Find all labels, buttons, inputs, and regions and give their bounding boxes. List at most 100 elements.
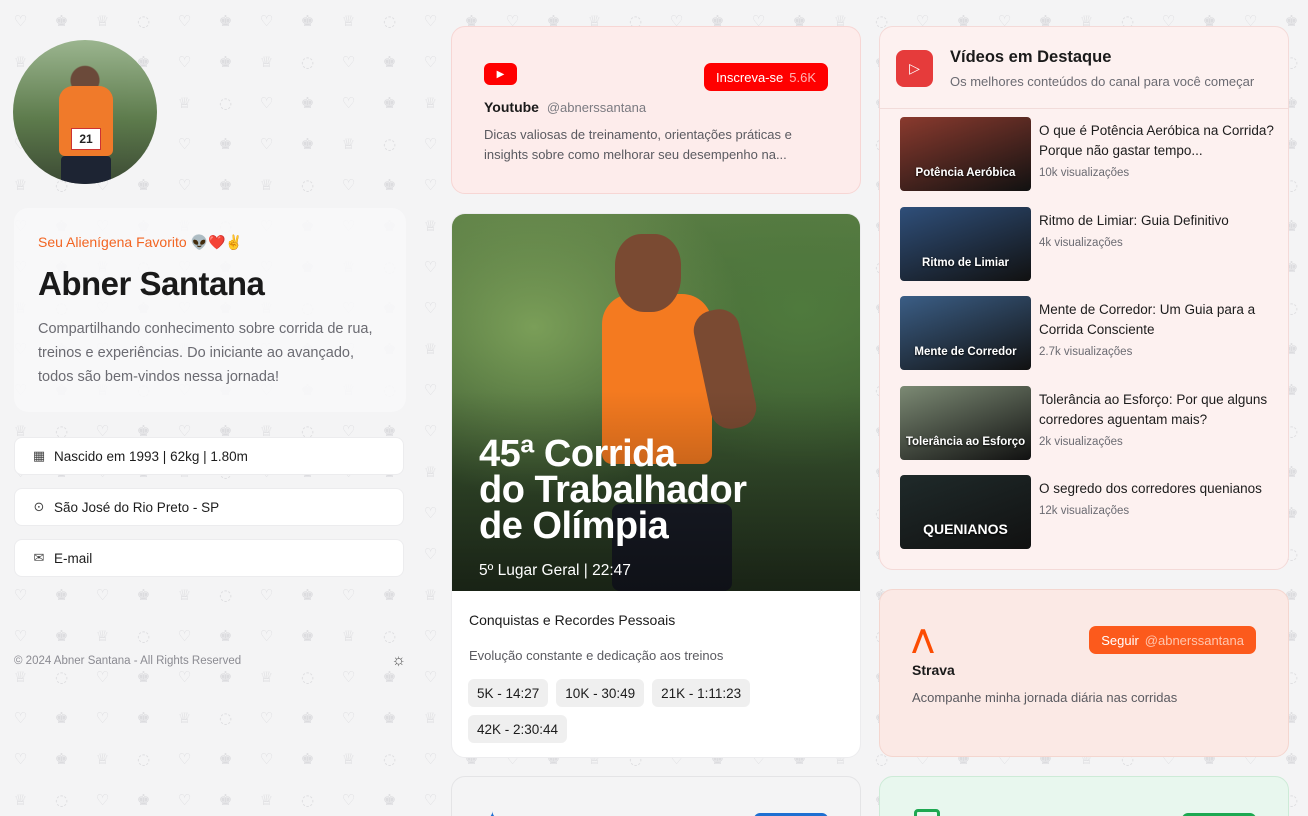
pattern-glyph: ♡ bbox=[95, 585, 110, 604]
pattern-glyph: ♡ bbox=[341, 790, 356, 809]
pattern-glyph: ♡ bbox=[259, 749, 274, 768]
video-views: 2.7k visualizações bbox=[1039, 346, 1133, 358]
video-views: 4k visualizações bbox=[1039, 237, 1123, 249]
pattern-glyph: ♡ bbox=[95, 708, 110, 727]
pattern-glyph: ♡ bbox=[423, 749, 438, 768]
pattern-glyph: ♚ bbox=[382, 708, 397, 727]
pattern-glyph: ♚ bbox=[300, 11, 315, 30]
video-views: 12k visualizações bbox=[1039, 505, 1130, 517]
pattern-glyph: ♡ bbox=[177, 790, 192, 809]
partially-visible-card[interactable]: ✦ bbox=[451, 776, 861, 816]
youtube-handle: @abnerssantana bbox=[546, 100, 647, 115]
pattern-glyph: ♚ bbox=[54, 11, 69, 30]
records-list: 5K - 14:27 10K - 30:49 21K - 1:11:23 42K… bbox=[468, 679, 848, 743]
pattern-glyph: ♕ bbox=[341, 749, 356, 768]
email-link[interactable]: ✉ E-mail bbox=[14, 539, 404, 577]
profile-card: Seu Alienígena Favorito 👽❤️✌️ Abner Sant… bbox=[14, 208, 406, 412]
square-icon bbox=[914, 809, 940, 816]
achievements-title: Conquistas e Recordes Pessoais bbox=[469, 612, 676, 628]
pattern-glyph: ♕ bbox=[259, 52, 274, 71]
race-card: 45ª Corrida do Trabalhador de Olímpia 5º… bbox=[451, 213, 861, 758]
video-item[interactable]: Mente de Corredor Mente de Corredor: Um … bbox=[900, 296, 1280, 370]
pattern-glyph: ♡ bbox=[341, 175, 356, 194]
video-title: Ritmo de Limiar: Guia Definitivo bbox=[1039, 213, 1229, 228]
pattern-glyph: ♡ bbox=[259, 134, 274, 153]
pattern-glyph: ♚ bbox=[300, 626, 315, 645]
pattern-glyph: ♚ bbox=[54, 626, 69, 645]
pattern-glyph: ♡ bbox=[259, 626, 274, 645]
subscribe-label: Inscreva-se bbox=[716, 69, 784, 85]
follow-button[interactable]: Seguir @abnerssantana bbox=[1089, 626, 1256, 654]
video-item[interactable]: Ritmo de Limiar Ritmo de Limiar: Guia De… bbox=[900, 207, 1280, 281]
pattern-glyph: ♚ bbox=[218, 11, 233, 30]
pattern-glyph: ◌ bbox=[382, 134, 397, 153]
pattern-glyph: ♕ bbox=[177, 93, 192, 112]
race-headline-line: de Olímpia bbox=[479, 505, 669, 547]
pattern-glyph: ◌ bbox=[218, 708, 233, 727]
pattern-glyph: ♡ bbox=[423, 134, 438, 153]
pattern-glyph: ♡ bbox=[177, 134, 192, 153]
pattern-glyph: ♕ bbox=[177, 585, 192, 604]
info-birth-text: Nascido em 1993 | 62kg | 1.80m bbox=[54, 448, 248, 464]
pattern-glyph: ♚ bbox=[218, 52, 233, 71]
pattern-glyph: ♕ bbox=[13, 175, 28, 194]
pattern-glyph: ♚ bbox=[136, 175, 151, 194]
pattern-glyph: ♡ bbox=[423, 11, 438, 30]
pattern-glyph: ♡ bbox=[13, 626, 28, 645]
pattern-glyph: ♚ bbox=[300, 93, 315, 112]
pattern-glyph: ♚ bbox=[382, 790, 397, 809]
mail-icon: ✉ bbox=[33, 550, 45, 565]
featured-videos-card: ▷ Vídeos em Destaque Os melhores conteúd… bbox=[879, 26, 1289, 570]
video-item[interactable]: QUENIANOS O segredo dos corredores queni… bbox=[900, 475, 1280, 549]
thumbnail-text: Ritmo de Limiar bbox=[922, 257, 1009, 269]
copyright: © 2024 Abner Santana - All Rights Reserv… bbox=[14, 655, 242, 667]
pattern-glyph: ♡ bbox=[259, 11, 274, 30]
record-chip: 21K - 1:11:23 bbox=[652, 679, 751, 707]
pattern-glyph: ♚ bbox=[300, 749, 315, 768]
email-link-text: E-mail bbox=[54, 550, 93, 566]
youtube-description: Dicas valiosas de treinamento, orientaçõ… bbox=[484, 127, 792, 162]
pattern-glyph: ♡ bbox=[13, 749, 28, 768]
pattern-glyph: ♡ bbox=[177, 11, 192, 30]
video-item[interactable]: Potência Aeróbica O que é Potência Aerób… bbox=[900, 117, 1280, 191]
strava-title: Strava bbox=[912, 662, 955, 678]
video-thumbnail: Ritmo de Limiar bbox=[900, 207, 1031, 281]
subscribe-button[interactable]: Inscreva-se 5.6K bbox=[704, 63, 828, 91]
pattern-glyph: ♡ bbox=[259, 585, 274, 604]
profile-bio: Compartilhando conhecimento sobre corrid… bbox=[38, 321, 373, 385]
pattern-glyph: ♡ bbox=[423, 544, 438, 563]
pattern-glyph: ♚ bbox=[218, 790, 233, 809]
pattern-glyph: ♚ bbox=[300, 585, 315, 604]
pattern-glyph: ♚ bbox=[218, 134, 233, 153]
pattern-glyph: ♚ bbox=[54, 708, 69, 727]
video-item[interactable]: Tolerância ao Esforço Tolerância ao Esfo… bbox=[900, 386, 1280, 460]
pattern-glyph: ♡ bbox=[259, 93, 274, 112]
pattern-glyph: ♡ bbox=[341, 52, 356, 71]
pattern-glyph: ♡ bbox=[341, 708, 356, 727]
pattern-glyph: ♕ bbox=[341, 134, 356, 153]
pattern-glyph: ♡ bbox=[423, 667, 438, 686]
pattern-glyph: ♕ bbox=[341, 626, 356, 645]
strava-card[interactable]: ⋀ Seguir @abnerssantana Strava Acompanhe… bbox=[879, 589, 1289, 757]
video-title: Mente de Corredor: Um Guia para a Corrid… bbox=[1039, 302, 1256, 337]
pattern-glyph: ◌ bbox=[382, 749, 397, 768]
pattern-glyph: ◌ bbox=[136, 11, 151, 30]
map-pin-icon: ⊙ bbox=[33, 499, 45, 514]
profile-tagline: Seu Alienígena Favorito 👽❤️✌️ bbox=[38, 234, 243, 250]
video-title: O que é Potência Aeróbica na Corrida? Po… bbox=[1039, 123, 1274, 158]
thumbnail-text: Mente de Corredor bbox=[914, 346, 1017, 358]
thumbnail-text: QUENIANOS bbox=[923, 521, 1008, 537]
partially-visible-card[interactable] bbox=[879, 776, 1289, 816]
youtube-card[interactable]: ▶ Inscreva-se 5.6K Youtube @abnerssantan… bbox=[451, 26, 861, 194]
runner-head bbox=[615, 234, 681, 312]
pattern-glyph: ♕ bbox=[341, 11, 356, 30]
race-headline-line: 45ª Corrida bbox=[479, 433, 676, 475]
pattern-glyph: ♚ bbox=[136, 708, 151, 727]
pattern-glyph: ♕ bbox=[95, 626, 110, 645]
pattern-glyph: ♡ bbox=[423, 298, 438, 317]
avatar-bib: 21 bbox=[71, 128, 101, 150]
pattern-glyph: ♚ bbox=[382, 93, 397, 112]
pattern-glyph: ♡ bbox=[423, 175, 438, 194]
sun-icon[interactable]: ☼ bbox=[391, 652, 406, 670]
pattern-glyph: ◌ bbox=[218, 585, 233, 604]
